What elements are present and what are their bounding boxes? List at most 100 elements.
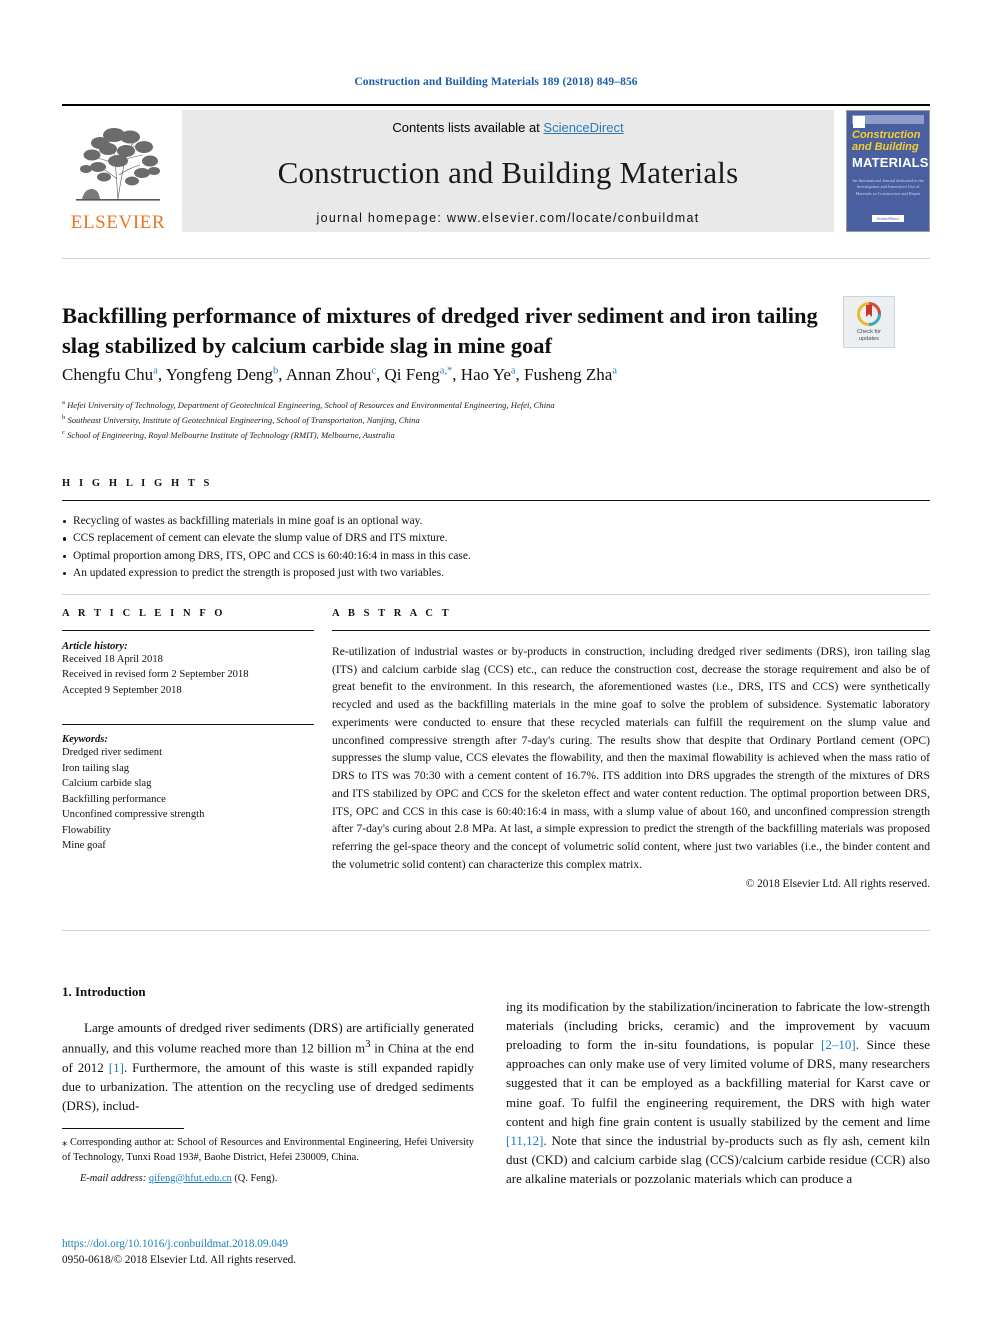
page-title: Backfilling performance of mixtures of d… xyxy=(62,303,818,358)
author-entry[interactable]: Qi Fenga,* xyxy=(385,365,453,384)
article-info-heading: A R T I C L E I N F O xyxy=(62,608,226,619)
doi-block: https://doi.org/10.1016/j.conbuildmat.20… xyxy=(62,1236,474,1268)
affiliation-text: Southeast University, Institute of Geote… xyxy=(67,414,420,425)
email-note: E-mail address: qifeng@hfut.edu.cn (Q. F… xyxy=(62,1171,474,1186)
journal-masthead: ELSEVIER Contents lists available at Sci… xyxy=(62,104,930,232)
keywords-label: Keywords: xyxy=(62,734,108,746)
abstract-rule xyxy=(332,630,930,631)
title-separator-rule xyxy=(62,258,930,259)
highlights-list: Recycling of wastes as backfilling mater… xyxy=(62,513,930,582)
article-history-item: Received 18 April 2018 xyxy=(62,654,163,665)
citation-link[interactable]: [11,12] xyxy=(506,1133,543,1148)
keyword-item: Unconfined compressive strength xyxy=(62,809,205,821)
abstract-section: A B S T R A C T Re-utilization of indust… xyxy=(332,608,930,890)
author-entry[interactable]: Hao Yea xyxy=(461,365,516,384)
cover-blurb: An International Journal dedicated to th… xyxy=(852,177,924,196)
corresponding-author-note: ⁎ Corresponding author at: School of Res… xyxy=(62,1137,474,1164)
author-sep: , xyxy=(452,365,461,384)
crossmark-badge[interactable]: Check for updates xyxy=(843,296,895,348)
list-item: CCS replacement of cement can elevate th… xyxy=(62,530,930,547)
article-history-label: Article history: xyxy=(62,641,128,652)
affiliation-text: Hefei University of Technology, Departme… xyxy=(67,399,555,410)
journal-band: Contents lists available at ScienceDirec… xyxy=(182,110,834,232)
affiliation-item: b Southeast University, Institute of Geo… xyxy=(62,413,930,428)
author-name: Yongfeng Deng xyxy=(165,365,274,384)
author-affil-mark: a xyxy=(612,365,617,377)
affiliation-item: c School of Engineering, Royal Melbourne… xyxy=(62,428,930,443)
crossmark-caption: Check for updates xyxy=(857,329,881,343)
affiliation-item: a Hefei University of Technology, Depart… xyxy=(62,398,930,413)
keyword-item: Flowability xyxy=(62,824,111,836)
email-label: E-mail address: xyxy=(80,1172,147,1184)
author-name: Chengfu Chu xyxy=(62,365,154,384)
crossmark-icon xyxy=(857,302,881,327)
affiliation-mark: b xyxy=(62,413,66,421)
author-entry[interactable]: Yongfeng Dengb xyxy=(166,365,279,384)
author-name: Annan Zhou xyxy=(285,365,372,384)
body-column-left: 1. Introduction Large amounts of dredged… xyxy=(62,984,474,1128)
email-suffix: (Q. Feng). xyxy=(231,1172,278,1184)
elsevier-logo: ELSEVIER xyxy=(62,110,174,232)
affiliation-list: a Hefei University of Technology, Depart… xyxy=(62,398,930,442)
highlights-bottom-rule xyxy=(62,594,930,595)
keywords-rule xyxy=(62,724,314,726)
abstract-copyright: © 2018 Elsevier Ltd. All rights reserved… xyxy=(745,877,930,890)
journal-title: Construction and Building Materials xyxy=(277,155,739,190)
footnote-rule xyxy=(62,1128,184,1129)
list-item: Recycling of wastes as backfilling mater… xyxy=(62,513,930,530)
contents-lists-line: Contents lists available at ScienceDirec… xyxy=(392,120,623,135)
article-info-section: A R T I C L E I N F O Article history: R… xyxy=(62,608,314,854)
elsevier-tree-icon xyxy=(76,128,160,201)
journal-homepage-line[interactable]: journal homepage: www.elsevier.com/locat… xyxy=(317,211,700,225)
list-item: Optimal proportion among DRS, ITS, OPC a… xyxy=(62,548,930,565)
author-entry[interactable]: Chengfu Chua xyxy=(62,365,158,384)
citation-link[interactable]: [1] xyxy=(109,1060,124,1075)
cover-title-line2: and Building xyxy=(852,140,919,153)
abstract-bottom-rule xyxy=(62,930,930,931)
keyword-item: Mine goaf xyxy=(62,840,106,852)
citation-link[interactable]: [2–10] xyxy=(821,1037,856,1052)
footnote-block: ⁎ Corresponding author at: School of Res… xyxy=(62,1128,474,1186)
paragraph-intro-first: Large amounts of dredged river sediments… xyxy=(62,1018,474,1115)
list-item: An updated expression to predict the str… xyxy=(62,565,930,582)
affiliation-mark: c xyxy=(62,428,65,436)
sciencedirect-link[interactable]: ScienceDirect xyxy=(543,120,623,135)
section-heading-introduction: 1. Introduction xyxy=(62,984,146,999)
highlights-rule xyxy=(62,500,930,501)
keyword-item: Backfilling performance xyxy=(62,793,166,805)
issn-copyright-line: 0950-0618/© 2018 Elsevier Ltd. All right… xyxy=(62,1254,297,1267)
cover-footer-logo: ScienceDirect xyxy=(871,215,905,222)
journal-cover-thumbnail[interactable]: Construction and Building MATERIALS An I… xyxy=(846,110,930,232)
abstract-text: Re-utilization of industrial wastes or b… xyxy=(332,645,930,871)
keyword-item: Calcium carbide slag xyxy=(62,778,152,790)
para-part: . Note that since the industrial by-prod… xyxy=(506,1132,930,1186)
author-affil-mark: a,* xyxy=(439,365,453,377)
contents-prefix: Contents lists available at xyxy=(392,120,544,135)
running-head: Construction and Building Materials 189 … xyxy=(354,76,638,88)
author-entry[interactable]: Annan Zhouc xyxy=(286,365,376,384)
author-sep: , xyxy=(376,365,385,384)
highlights-section: H I G H L I G H T S Recycling of wastes … xyxy=(62,478,930,582)
journal-article-page: Construction and Building Materials 189 … xyxy=(0,0,992,1323)
author-entry[interactable]: Fusheng Zhaa xyxy=(524,365,617,384)
article-history-item: Received in revised form 2 September 201… xyxy=(62,669,249,681)
abstract-heading: A B S T R A C T xyxy=(332,608,452,619)
affiliation-mark: a xyxy=(62,399,65,406)
email-link[interactable]: qifeng@hfut.edu.cn xyxy=(149,1173,232,1184)
article-history-item: Accepted 9 September 2018 xyxy=(62,684,182,696)
doi-link[interactable]: https://doi.org/10.1016/j.conbuildmat.20… xyxy=(62,1236,474,1252)
cover-publisher-mark-icon xyxy=(853,116,865,128)
keyword-item: Dredged river sediment xyxy=(62,747,163,759)
author-name: Fusheng Zha xyxy=(524,365,613,384)
highlights-heading: H I G H L I G H T S xyxy=(62,478,213,489)
body-column-right: ing its modification by the stabilizatio… xyxy=(506,984,930,1201)
author-sep: , xyxy=(157,365,166,384)
affiliation-text: School of Engineering, Royal Melbourne I… xyxy=(67,429,395,440)
elsevier-wordmark: ELSEVIER xyxy=(70,212,166,233)
article-info-rule xyxy=(62,630,314,631)
keyword-item: Iron tailing slag xyxy=(62,762,130,774)
author-sep: , xyxy=(515,365,525,384)
cover-footer: ScienceDirect xyxy=(847,207,929,225)
author-list: Chengfu Chua, Yongfeng Dengb, Annan Zhou… xyxy=(62,365,930,385)
crossmark-caption-line1: Check for xyxy=(857,329,881,336)
